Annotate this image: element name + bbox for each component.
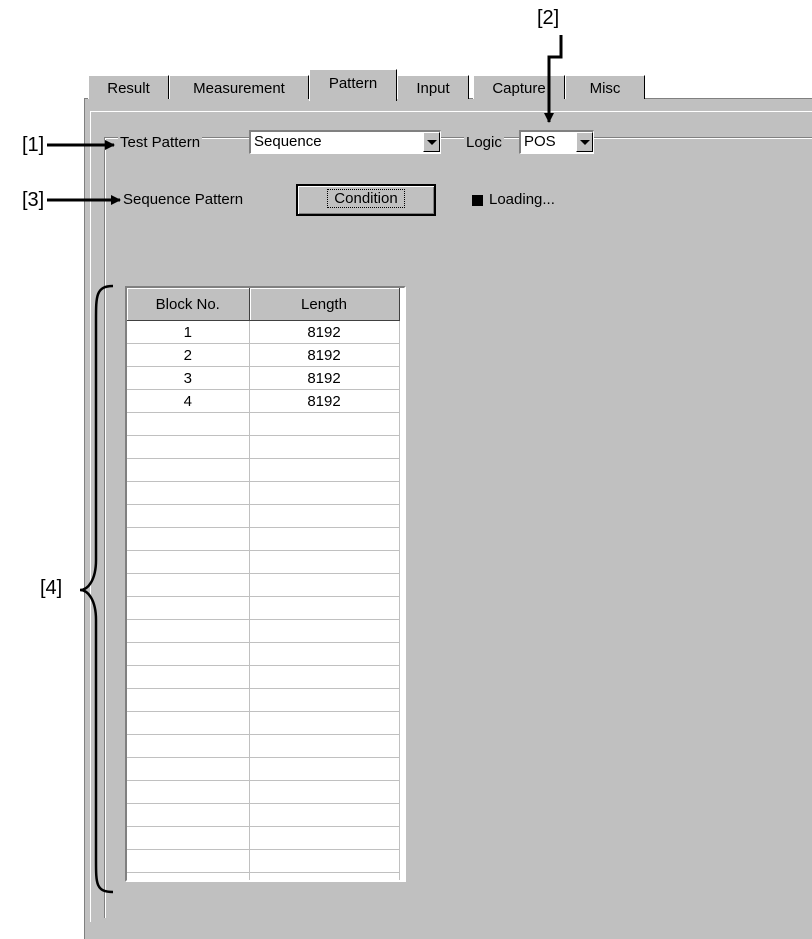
callout-2-arrow <box>544 35 563 123</box>
callout-4-brace <box>79 284 114 894</box>
tab-pattern[interactable]: Pattern <box>309 69 397 101</box>
callout-annotations <box>47 35 563 894</box>
